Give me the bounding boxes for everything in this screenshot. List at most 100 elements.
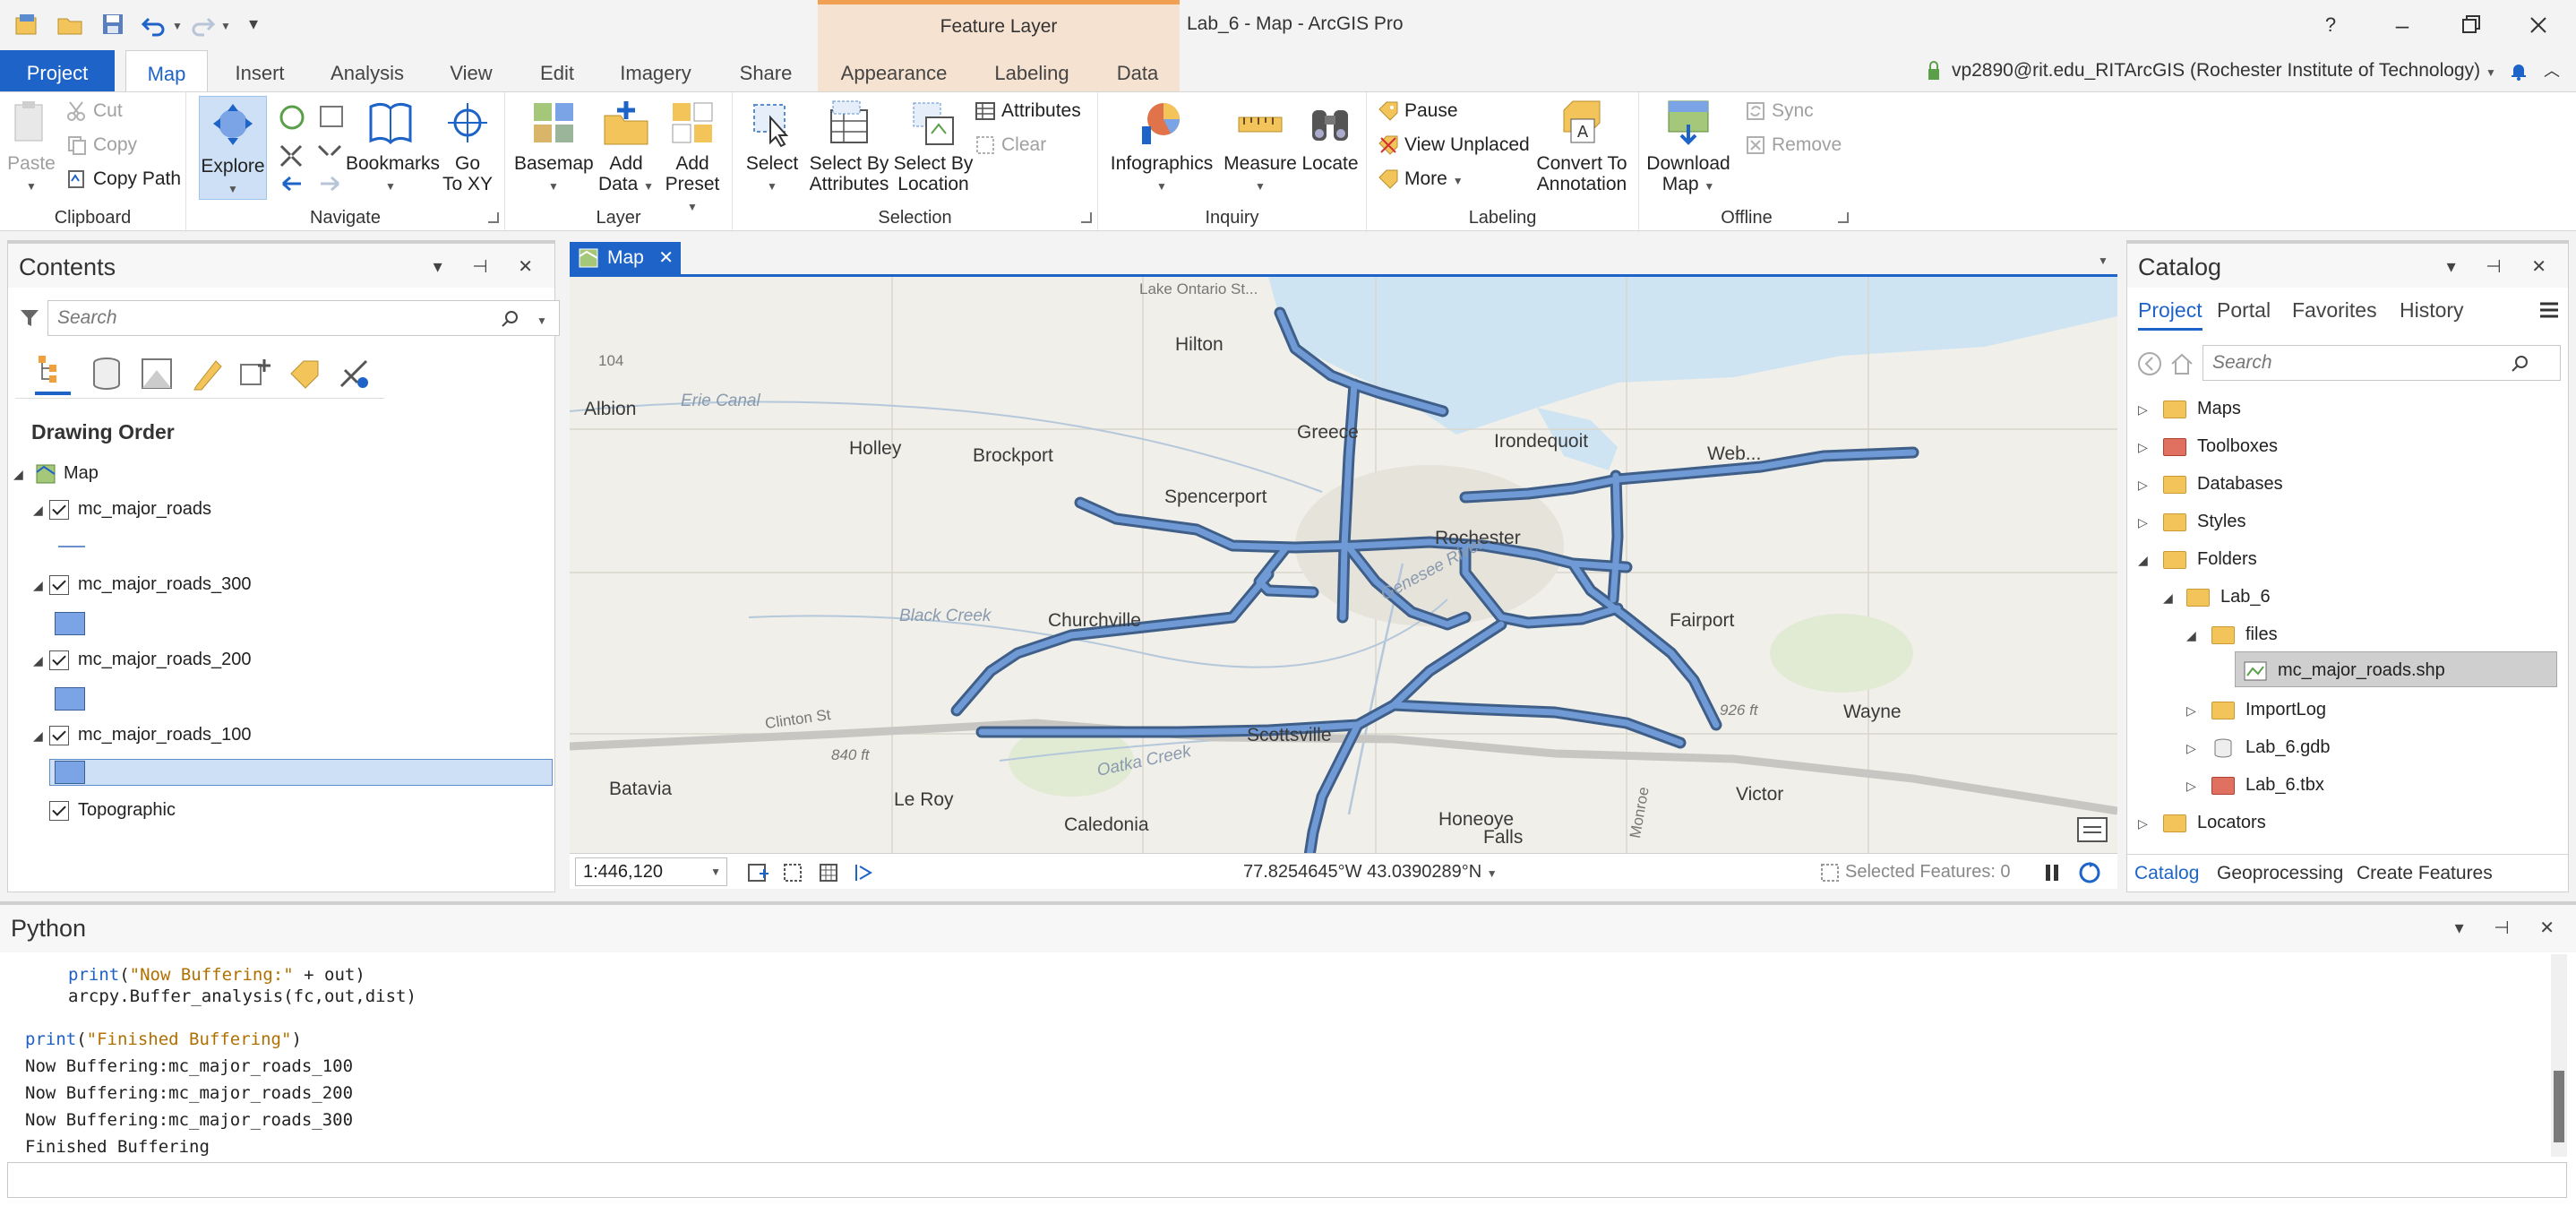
polygon-symbol[interactable] xyxy=(55,687,85,711)
convert-to-annotation-button[interactable]: A Convert To Annotation xyxy=(1530,98,1634,194)
layer-mc-major-roads[interactable]: mc_major_roads xyxy=(49,494,211,524)
tab-edit[interactable]: Edit xyxy=(532,50,582,91)
collapse-icon[interactable]: ◢ xyxy=(2186,628,2196,643)
contents-search-input[interactable]: Search xyxy=(47,300,560,336)
locate-button[interactable]: Locate xyxy=(1299,98,1361,174)
expand-icon[interactable]: ▷ xyxy=(2138,515,2148,530)
bottom-tab-catalog[interactable]: Catalog xyxy=(2134,863,2199,884)
view-unplaced-button[interactable]: View Unplaced xyxy=(1378,130,1530,160)
go-to-xy-button[interactable]: Go To XY xyxy=(439,98,496,194)
expand-icon[interactable]: ▷ xyxy=(2186,741,2196,756)
python-command-input[interactable] xyxy=(7,1162,2567,1198)
undo-dropdown-icon[interactable]: ▼ xyxy=(172,20,183,32)
layer-visibility-checkbox[interactable] xyxy=(49,574,69,595)
attributes-button[interactable]: Attributes xyxy=(975,96,1081,126)
back-icon[interactable] xyxy=(2136,350,2163,377)
user-dropdown-icon[interactable]: ▼ xyxy=(2486,66,2499,79)
bookmarks-button[interactable]: Bookmarks ▼ xyxy=(346,98,440,197)
layer-expander-icon[interactable]: ◢ xyxy=(33,728,43,744)
catalog-item-toolbox[interactable]: Lab_6.tbx xyxy=(2211,770,2324,800)
copy-button[interactable]: Copy xyxy=(66,130,137,160)
tab-insert[interactable]: Insert xyxy=(226,50,294,91)
catalog-item-importlog[interactable]: ImportLog xyxy=(2211,694,2326,725)
new-project-icon[interactable] xyxy=(13,11,41,38)
map-view-tab[interactable]: Map ✕ xyxy=(570,242,681,274)
python-scrollbar[interactable] xyxy=(2551,954,2567,1157)
catalog-tab-project[interactable]: Project xyxy=(2138,298,2202,331)
redo-dropdown-icon[interactable]: ▼ xyxy=(220,20,231,32)
list-by-selection-icon[interactable] xyxy=(139,356,175,392)
notification-bell-icon[interactable] xyxy=(2508,60,2529,82)
map-view-tools-icons[interactable] xyxy=(745,861,897,884)
save-project-icon[interactable] xyxy=(99,11,127,38)
list-by-snapping-icon[interactable] xyxy=(237,356,273,392)
search-icon[interactable] xyxy=(501,309,520,329)
list-by-data-source-icon[interactable] xyxy=(89,356,125,392)
restore-button[interactable] xyxy=(2451,7,2490,43)
layer-topographic[interactable]: Topographic xyxy=(49,795,176,825)
basemap-button[interactable]: Basemap ▼ xyxy=(514,98,594,197)
bottom-tab-geoprocessing[interactable]: Geoprocessing xyxy=(2217,863,2343,884)
expand-icon[interactable]: ▷ xyxy=(2186,779,2196,794)
layer-expander-icon[interactable]: ◢ xyxy=(33,653,43,668)
python-transcript[interactable]: print("Now Buffering:" + out) arcpy.Buff… xyxy=(7,954,2556,1157)
expand-icon[interactable]: ▷ xyxy=(2138,440,2148,455)
selection-launcher-icon[interactable] xyxy=(1081,212,1092,223)
map-node[interactable]: Map xyxy=(35,458,99,488)
layer-mc-major-roads-200[interactable]: mc_major_roads_200 xyxy=(49,644,251,675)
catalog-item-lab6[interactable]: Lab_6 xyxy=(2186,581,2271,612)
navigate-launcher-icon[interactable] xyxy=(488,212,499,223)
pane-controls[interactable]: ▾ ⊣ ✕ xyxy=(2455,905,2567,952)
pane-controls[interactable]: ▾ ⊣ ✕ xyxy=(2447,244,2559,290)
undo-icon[interactable] xyxy=(140,11,168,38)
catalog-item-gdb[interactable]: Lab_6.gdb xyxy=(2211,732,2331,762)
paste-button[interactable]: Paste ▼ xyxy=(7,98,56,197)
catalog-item-shapefile[interactable]: mc_major_roads.shp xyxy=(2244,655,2445,685)
selected-features-count[interactable]: Selected Features: 0 xyxy=(1820,854,2011,890)
map-canvas[interactable]: Lake Ontario St... Hilton 104 Albion Eri… xyxy=(570,274,2117,853)
add-data-button[interactable]: Add Data ▼ xyxy=(595,98,657,197)
select-by-attributes-button[interactable]: Select By Attributes xyxy=(803,98,896,194)
map-expander-icon[interactable]: ◢ xyxy=(13,467,23,482)
filter-icon[interactable] xyxy=(19,307,40,329)
polygon-symbol[interactable] xyxy=(55,612,85,635)
select-button[interactable]: Select ▼ xyxy=(740,98,804,197)
bottom-tab-create-features[interactable]: Create Features xyxy=(2357,863,2493,884)
catalog-menu-icon[interactable] xyxy=(2537,298,2561,322)
tab-map[interactable]: Map xyxy=(125,50,208,91)
search-icon[interactable] xyxy=(2511,354,2530,374)
tab-data[interactable]: Data xyxy=(1107,50,1168,91)
attribution-icon[interactable] xyxy=(2076,816,2108,843)
download-map-button[interactable]: Download Map ▼ xyxy=(1643,98,1734,197)
help-button[interactable]: ? xyxy=(2311,7,2350,43)
catalog-tab-portal[interactable]: Portal xyxy=(2217,298,2271,323)
remove-offline-button[interactable]: Remove xyxy=(1745,130,1842,160)
close-button[interactable] xyxy=(2519,7,2558,43)
catalog-tab-history[interactable]: History xyxy=(2400,298,2464,323)
search-dropdown-icon[interactable]: ▼ xyxy=(537,314,547,327)
layer-visibility-checkbox[interactable] xyxy=(49,650,69,670)
sync-button[interactable]: Sync xyxy=(1745,96,1814,126)
map-tabs-dropdown-icon[interactable]: ▼ xyxy=(2098,254,2108,267)
tab-project[interactable]: Project xyxy=(0,50,115,91)
tab-labeling[interactable]: Labeling xyxy=(982,50,1082,91)
catalog-item-toolboxes[interactable]: Toolboxes xyxy=(2163,431,2278,461)
customize-qat-icon[interactable]: ▾ xyxy=(249,13,258,35)
open-project-icon[interactable] xyxy=(56,11,84,38)
copy-path-button[interactable]: Copy Path xyxy=(66,164,181,194)
refresh-icon[interactable] xyxy=(2078,861,2101,884)
tab-view[interactable]: View xyxy=(444,50,498,91)
collapse-ribbon-icon[interactable]: ︿ xyxy=(2544,62,2560,80)
catalog-item-databases[interactable]: Databases xyxy=(2163,469,2283,499)
layer-visibility-checkbox[interactable] xyxy=(49,725,69,745)
redo-icon[interactable] xyxy=(188,11,217,38)
layer-expander-icon[interactable]: ◢ xyxy=(33,503,43,518)
collapse-icon[interactable]: ◢ xyxy=(2163,590,2173,606)
select-by-location-button[interactable]: Select By Location xyxy=(887,98,980,194)
layer-mc-major-roads-100[interactable]: mc_major_roads_100 xyxy=(49,719,251,750)
expand-icon[interactable]: ▷ xyxy=(2138,478,2148,493)
pause-drawing-icon[interactable] xyxy=(2042,863,2062,883)
tab-imagery[interactable]: Imagery xyxy=(614,50,697,91)
clear-selection-button[interactable]: Clear xyxy=(975,130,1046,160)
offline-launcher-icon[interactable] xyxy=(1838,212,1849,223)
